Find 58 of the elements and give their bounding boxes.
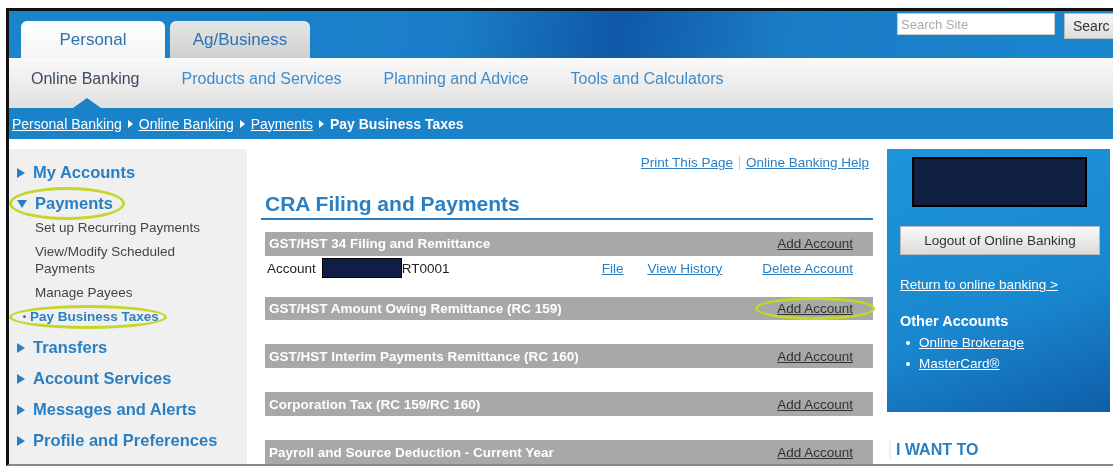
add-account-link[interactable]: Add Account bbox=[777, 396, 853, 412]
sidebar-subitem[interactable]: Set up Recurring Payments bbox=[17, 219, 201, 236]
sidebar-subitem[interactable]: Manage Payees bbox=[17, 284, 133, 301]
breadcrumb-link[interactable]: Payments bbox=[250, 115, 313, 132]
section-title: GST/HST 34 Filing and Remittance bbox=[269, 236, 491, 252]
caret-right-icon bbox=[318, 119, 324, 128]
sidebar-item[interactable]: Payments bbox=[17, 188, 117, 219]
account-number: RT0001 bbox=[401, 260, 450, 276]
panel-heading: Other Accounts bbox=[900, 313, 1009, 329]
search-button[interactable]: Searc bbox=[1064, 13, 1113, 39]
return-link[interactable]: Return to online banking > bbox=[900, 277, 1058, 292]
sidebar-item[interactable]: Messages and Alerts bbox=[17, 394, 201, 425]
search-field[interactable]: Search Site bbox=[897, 13, 1055, 35]
account-action-link[interactable]: File bbox=[601, 260, 624, 276]
caret-right-icon bbox=[239, 119, 245, 128]
section-heading: I WANT TO bbox=[889, 441, 979, 459]
bullet-icon bbox=[906, 361, 910, 366]
add-account-link[interactable]: Add Account bbox=[777, 444, 853, 460]
page-link[interactable]: Print This Page bbox=[640, 155, 733, 170]
account-action-link[interactable]: Delete Account bbox=[762, 260, 853, 276]
account-label: Account bbox=[267, 260, 316, 276]
sidebar-subitem[interactable]: Pay Business Taxes bbox=[17, 308, 159, 325]
sidebar-item[interactable]: Profile and Preferences bbox=[17, 425, 222, 456]
tab[interactable]: Ag/Business bbox=[170, 21, 310, 58]
breadcrumb-link[interactable]: Personal Banking bbox=[12, 115, 122, 132]
caret-right-icon bbox=[17, 435, 25, 446]
nav-item[interactable]: Tools and Calculators bbox=[558, 58, 740, 108]
breadcrumb-current: Pay Business Taxes bbox=[329, 115, 464, 132]
logout-button[interactable]: Logout of Online Banking bbox=[900, 226, 1100, 255]
account-action-link[interactable]: View History bbox=[647, 260, 723, 276]
sidebar-item[interactable]: Account Services bbox=[17, 363, 176, 394]
add-account-link[interactable]: Add Account bbox=[777, 348, 853, 364]
sidebar-subitem[interactable]: View/Modify Scheduled Payments bbox=[17, 243, 225, 277]
caret-down-icon bbox=[17, 199, 27, 208]
section-title: Payroll and Source Deduction - Current Year bbox=[269, 444, 554, 460]
page-link[interactable]: Online Banking Help bbox=[745, 155, 869, 170]
account-link[interactable]: MasterCard® bbox=[919, 356, 1000, 371]
nav-item[interactable]: Planning and Advice bbox=[371, 58, 545, 108]
nav-item[interactable]: Products and Services bbox=[169, 58, 358, 108]
caret-right-icon bbox=[17, 373, 25, 384]
add-account-link[interactable]: Add Account bbox=[777, 236, 853, 252]
caret-right-icon bbox=[17, 404, 25, 415]
account-link[interactable]: Online Brokerage bbox=[919, 335, 1025, 350]
section-title: Corporation Tax (RC 159/RC 160) bbox=[269, 396, 481, 412]
bullet-icon bbox=[23, 315, 26, 318]
sidebar-item[interactable]: My Accounts bbox=[17, 157, 140, 188]
caret-right-icon bbox=[17, 342, 25, 353]
section-title: GST/HST Interim Payments Remittance (RC 160) bbox=[269, 348, 579, 364]
page-title: CRA Filing and Payments bbox=[261, 192, 873, 220]
nav-item[interactable]: Online Banking bbox=[19, 58, 156, 108]
add-account-link[interactable]: Add Account bbox=[777, 301, 853, 317]
section-title: GST/HST Amount Owing Remittance (RC 159) bbox=[269, 301, 562, 317]
tab[interactable]: Personal bbox=[21, 21, 165, 58]
caret-right-icon bbox=[127, 119, 133, 128]
sidebar-item[interactable]: Transfers bbox=[17, 332, 112, 363]
caret-right-icon bbox=[17, 167, 25, 178]
breadcrumb-link[interactable]: Online Banking bbox=[138, 115, 234, 132]
bullet-icon bbox=[906, 340, 910, 345]
